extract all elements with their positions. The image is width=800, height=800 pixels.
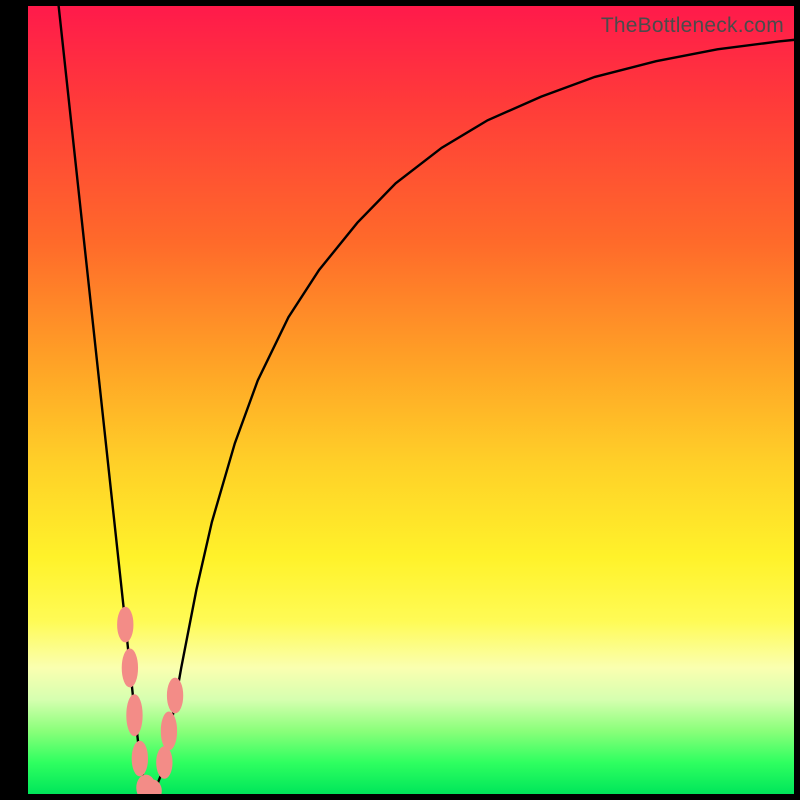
curve-marker — [127, 695, 142, 736]
curve-marker — [161, 712, 176, 750]
curve-marker — [167, 678, 182, 713]
bottleneck-curve — [59, 6, 794, 794]
curve-marker — [132, 741, 147, 776]
curve-layer — [28, 6, 794, 794]
curve-marker — [157, 747, 172, 779]
chart-frame: TheBottleneck.com — [0, 0, 800, 800]
curve-marker — [122, 649, 137, 687]
curve-markers — [118, 607, 183, 794]
watermark-text: TheBottleneck.com — [601, 14, 784, 38]
curve-marker — [118, 607, 133, 642]
plot-area: TheBottleneck.com — [28, 6, 794, 794]
